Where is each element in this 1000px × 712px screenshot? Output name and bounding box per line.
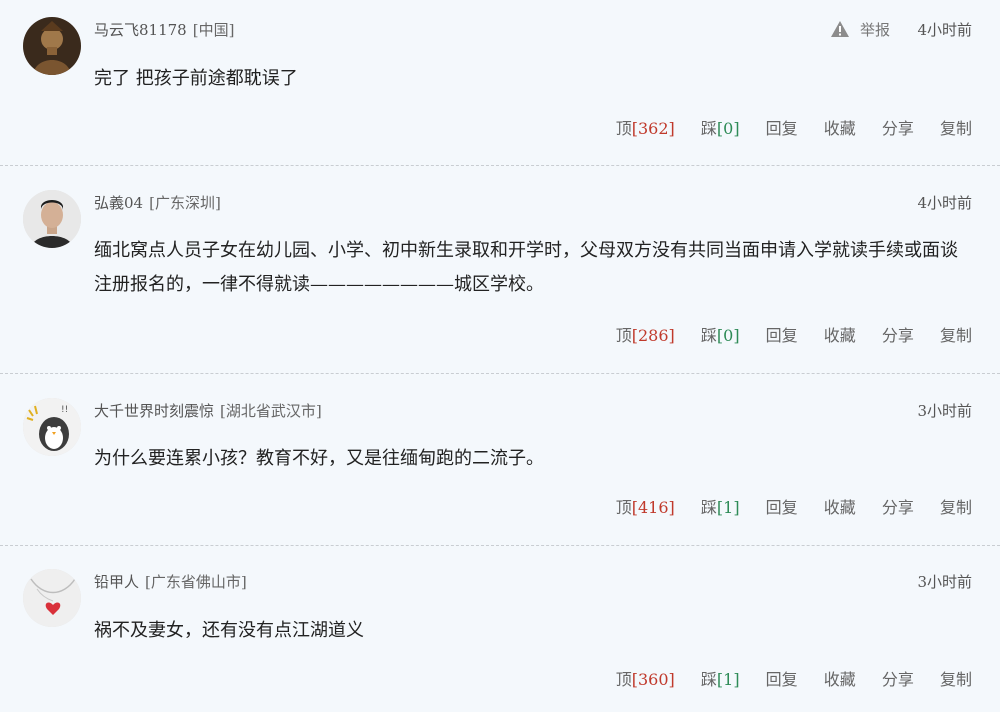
statue-avatar-icon[interactable] [23,17,81,75]
comment-meta: 大千世界时刻震惊 [湖北省武汉市] [94,400,322,421]
comment-list: 马云飞81178 [中国] 举报 4小时前 完了 把孩子前途都耽误了 顶[362]… [0,0,1000,712]
report-button[interactable]: 举报 [830,19,890,42]
warning-icon [830,20,850,42]
comment-actions: 顶[286] 踩[0] 回复 收藏 分享 复制 [595,322,972,346]
share-button[interactable]: 分享 [882,119,914,138]
share-button[interactable]: 分享 [882,670,914,689]
comment-actions: 顶[362] 踩[0] 回复 收藏 分享 复制 [595,115,972,139]
copy-button[interactable]: 复制 [940,498,972,517]
comment-meta: 弘義04 [广东深圳] [94,192,221,213]
downvote-button[interactable]: 踩[1] [701,498,740,517]
downvote-count: 0 [723,119,734,138]
man-portrait-avatar-icon[interactable] [23,190,81,248]
upvote-button[interactable]: 顶[362] [616,119,675,138]
favorite-button[interactable]: 收藏 [824,119,856,138]
downvote-label: 踩 [700,670,717,689]
downvote-count: 1 [723,670,734,689]
comment-actions: 顶[416] 踩[1] 回复 收藏 分享 复制 [595,494,972,518]
downvote-label: 踩 [700,326,717,345]
username[interactable]: 铅甲人 [94,573,139,591]
comment-time: 3小时前 [917,402,972,420]
favorite-button[interactable]: 收藏 [824,670,856,689]
copy-button[interactable]: 复制 [940,119,972,138]
comment-time: 4小时前 [917,194,972,212]
upvote-count: 360 [637,670,669,689]
downvote-count: 0 [723,326,734,345]
divider [0,165,1000,166]
comment-text: 完了 把孩子前途都耽误了 [94,68,298,89]
share-button[interactable]: 分享 [882,498,914,517]
username[interactable]: 马云飞81178 [94,21,187,39]
downvote-button[interactable]: 踩[0] [701,119,740,138]
divider [0,373,1000,374]
divider [0,545,1000,546]
upvote-count: 286 [637,326,669,345]
username[interactable]: 弘義04 [94,194,143,212]
user-location: [广东省佛山市] [145,573,247,591]
share-button[interactable]: 分享 [882,326,914,345]
reply-button[interactable]: 回复 [766,326,798,345]
copy-button[interactable]: 复制 [940,670,972,689]
heart-necklace-avatar-icon[interactable] [23,569,81,627]
reply-button[interactable]: 回复 [766,670,798,689]
downvote-label: 踩 [700,498,717,517]
upvote-count: 362 [637,119,669,138]
penguin-avatar-icon[interactable]: !! [23,398,81,456]
reply-button[interactable]: 回复 [766,119,798,138]
report-label: 举报 [859,21,890,39]
comment-text: 祸不及妻女，还有没有点江湖道义 [94,620,364,641]
comment-meta: 铅甲人 [广东省佛山市] [94,571,247,592]
comment-time: 4小时前 [917,21,972,39]
upvote-label: 顶 [615,119,632,138]
comment-text: 缅北窝点人员子女在幼儿园、小学、初中新生录取和开学时，父母双方没有共同当面申请入… [94,240,958,295]
upvote-label: 顶 [615,326,632,345]
user-location: [湖北省武汉市] [220,402,322,420]
downvote-button[interactable]: 踩[1] [701,670,740,689]
copy-button[interactable]: 复制 [940,326,972,345]
comment-actions: 顶[360] 踩[1] 回复 收藏 分享 复制 [595,666,972,690]
svg-text:!!: !! [61,405,68,415]
upvote-count: 416 [637,498,669,517]
user-location: [广东深圳] [149,194,221,212]
upvote-button[interactable]: 顶[416] [616,498,675,517]
user-location: [中国] [192,21,235,39]
comment-text: 为什么要连累小孩？教育不好，又是往缅甸跑的二流子。 [94,448,544,469]
comment-meta: 马云飞81178 [中国] [94,19,234,40]
downvote-label: 踩 [700,119,717,138]
upvote-button[interactable]: 顶[360] [616,670,675,689]
username[interactable]: 大千世界时刻震惊 [94,402,214,420]
favorite-button[interactable]: 收藏 [824,326,856,345]
reply-button[interactable]: 回复 [766,498,798,517]
downvote-button[interactable]: 踩[0] [701,326,740,345]
upvote-button[interactable]: 顶[286] [616,326,675,345]
comment-time: 3小时前 [917,573,972,591]
upvote-label: 顶 [615,670,632,689]
upvote-label: 顶 [615,498,632,517]
downvote-count: 1 [723,498,734,517]
favorite-button[interactable]: 收藏 [824,498,856,517]
